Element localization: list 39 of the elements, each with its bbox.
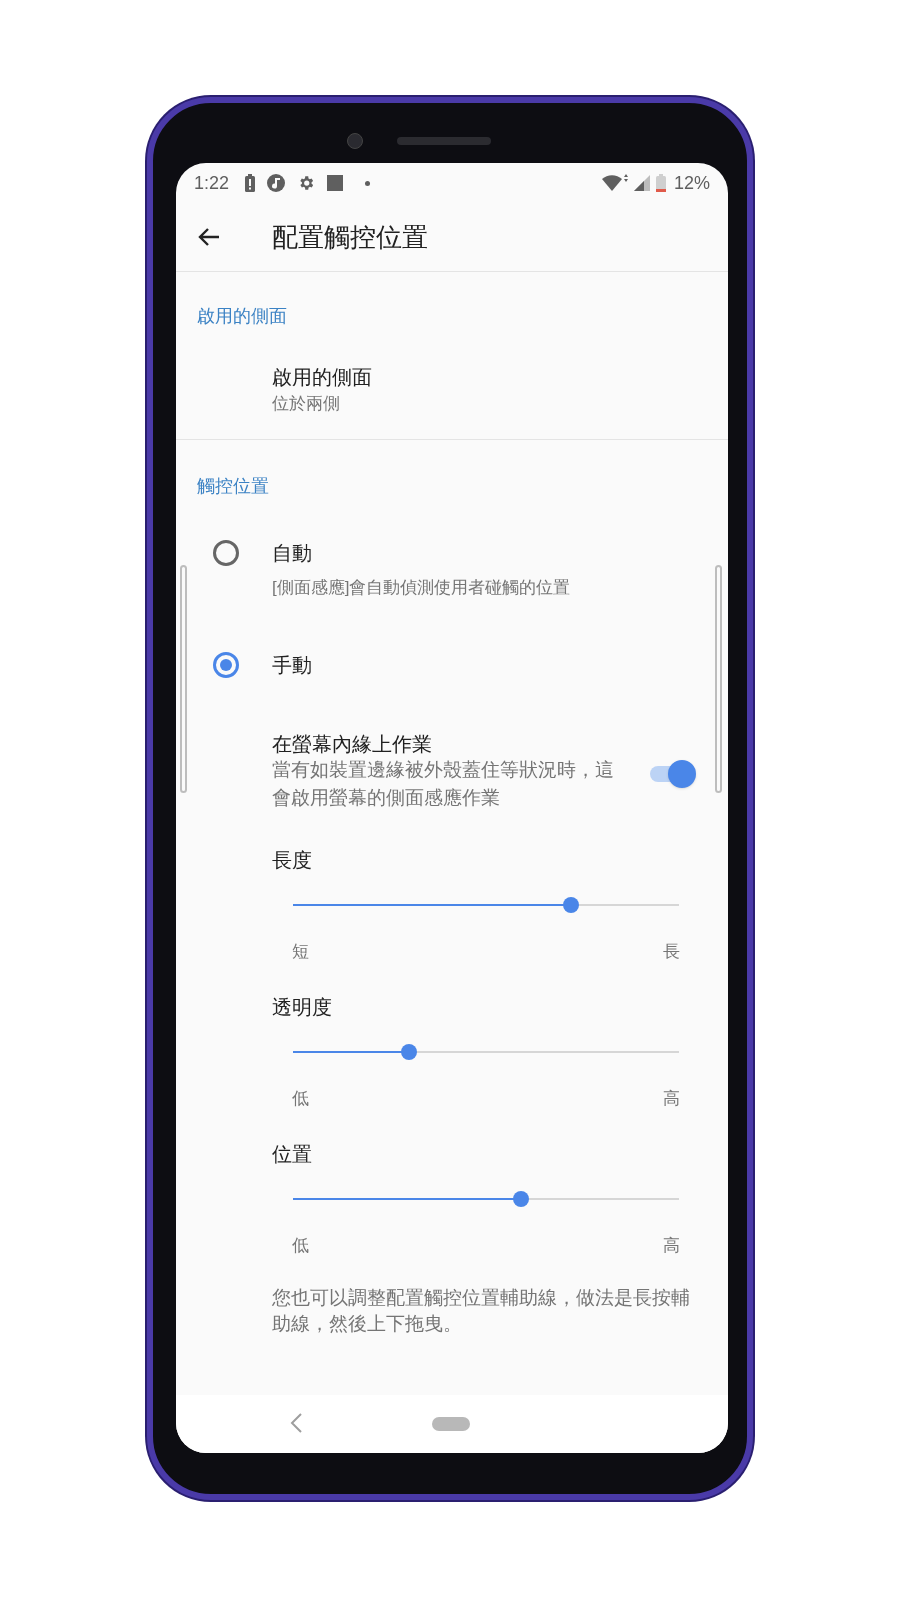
battery-icon: [655, 174, 666, 192]
status-time: 1:22: [194, 171, 230, 195]
square-icon: [327, 175, 344, 191]
edge-handle[interactable]: [180, 565, 187, 793]
back-arrow-icon[interactable]: [198, 227, 220, 247]
slider-max-label: 長: [663, 941, 680, 963]
slider-label: 透明度: [272, 995, 332, 1019]
radio-button[interactable]: [213, 652, 239, 678]
option-description: [側面感應]會自動偵測使用者碰觸的位置: [272, 577, 571, 599]
section-header: 觸控位置: [197, 476, 269, 496]
list-item[interactable]: 啟用的側面 位於兩側: [176, 340, 728, 440]
back-chevron-icon[interactable]: [290, 1413, 302, 1433]
camera-icon: [347, 133, 363, 149]
option-label: 自動: [272, 541, 312, 565]
radio-button[interactable]: [213, 540, 239, 566]
battery-percent: 12%: [673, 171, 710, 195]
toggle-switch[interactable]: [650, 760, 696, 788]
section-header: 啟用的側面: [197, 306, 287, 326]
slider-thumb[interactable]: [512, 1191, 529, 1207]
slider-label: 長度: [272, 848, 312, 872]
setting-title: 在螢幕內緣上作業: [272, 732, 432, 756]
option-label: 手動: [272, 653, 312, 677]
wifi-icon: [601, 174, 628, 192]
music-note-icon: [267, 174, 286, 192]
slider-label: 位置: [272, 1142, 312, 1166]
slider-min-label: 短: [292, 941, 309, 963]
slider-thumb[interactable]: [562, 897, 579, 913]
slider-min-label: 低: [292, 1088, 309, 1110]
slider-thumb[interactable]: [400, 1044, 417, 1060]
home-button[interactable]: [432, 1417, 470, 1431]
slider-max-label: 高: [663, 1088, 680, 1110]
setting-description: 當有如裝置邊緣被外殼蓋住等狀況時，這會啟用螢幕的側面感應作業: [272, 758, 615, 810]
slider-min-label: 低: [292, 1235, 309, 1257]
help-text: 您也可以調整配置觸控位置輔助線，做法是長按輔助線，然後上下拖曳。: [272, 1286, 691, 1336]
slider-max-label: 高: [663, 1235, 680, 1257]
edge-handle[interactable]: [715, 565, 722, 793]
page-title: 配置觸控位置: [272, 220, 428, 254]
battery-alert-icon: [245, 174, 256, 192]
signal-icon: [633, 175, 650, 191]
